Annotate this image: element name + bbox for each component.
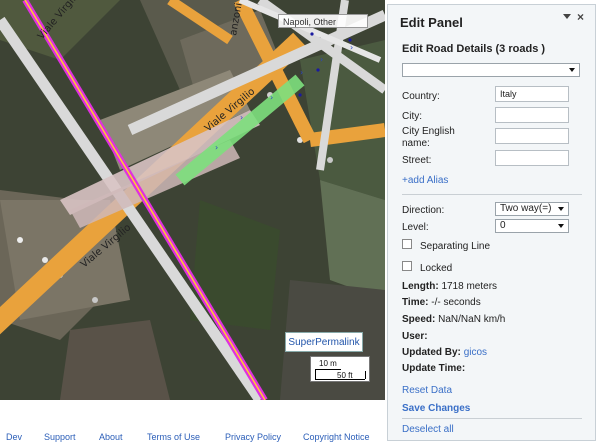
separating-line-checkbox[interactable] [402, 239, 412, 249]
svg-text:›: › [240, 113, 243, 122]
svg-text:›: › [300, 68, 303, 77]
update-time-info: Update Time: [402, 363, 466, 374]
save-changes-button[interactable]: Save Changes [402, 403, 470, 414]
level-label: Level: [402, 222, 429, 233]
chevron-down-icon [558, 224, 564, 228]
super-permalink-button[interactable]: SuperPermalink [285, 332, 363, 352]
country-label: Country: [402, 91, 440, 102]
country-field[interactable]: Italy [495, 86, 569, 102]
collapse-icon[interactable] [563, 14, 571, 19]
updated-by-info: Updated By: gicos [402, 347, 488, 358]
deselect-all-link[interactable]: Deselect all [402, 424, 454, 435]
svg-text:›: › [350, 43, 353, 52]
svg-text:›: › [320, 55, 323, 64]
level-value: 0 [500, 220, 506, 231]
svg-text:›: › [270, 93, 273, 102]
chevron-down-icon [558, 207, 564, 211]
city-english-label: City English name: [402, 126, 455, 149]
locked-label: Locked [420, 263, 453, 274]
length-info: Length: 1718 meters [402, 281, 498, 292]
edit-road-details-title: Edit Road Details (3 roads ) [402, 43, 546, 55]
level-select[interactable]: 0 [495, 219, 569, 233]
add-alias-link[interactable]: +add Alias [402, 175, 448, 186]
direction-select[interactable]: Two way(=) [495, 202, 569, 216]
locked-checkbox[interactable] [402, 261, 412, 271]
chevron-down-icon [569, 68, 575, 72]
divider [402, 418, 582, 419]
svg-text:›: › [215, 143, 218, 152]
close-icon[interactable]: × [577, 10, 584, 24]
city-label: City: [402, 111, 422, 122]
separating-line-label: Separating Line [420, 241, 491, 252]
street-field[interactable] [495, 150, 569, 166]
map-view[interactable]: › › › › › › Viale Virgilio Viale Virgilio Vi… [0, 0, 385, 400]
speed-info: Speed: NaN/NaN km/h [402, 314, 506, 325]
city-english-field[interactable] [495, 128, 569, 144]
updated-by-link[interactable]: gicos [464, 347, 487, 358]
city-field[interactable] [495, 107, 569, 123]
street-label: Street: [402, 155, 432, 166]
area-label: Napoli, Other [278, 14, 368, 28]
divider [402, 194, 582, 195]
user-info: User: [402, 331, 428, 342]
scale-metric: 10 m [319, 359, 337, 368]
reset-data-link[interactable]: Reset Data [402, 385, 452, 396]
scale-bar: 10 m 50 ft [310, 356, 370, 382]
road-select[interactable] [402, 63, 580, 77]
edit-panel: Edit Panel × Edit Road Details (3 roads … [387, 4, 596, 441]
time-info: Time: -/- seconds [402, 297, 481, 308]
direction-label: Direction: [402, 205, 445, 216]
direction-value: Two way(=) [500, 203, 552, 214]
panel-title: Edit Panel [400, 15, 463, 30]
